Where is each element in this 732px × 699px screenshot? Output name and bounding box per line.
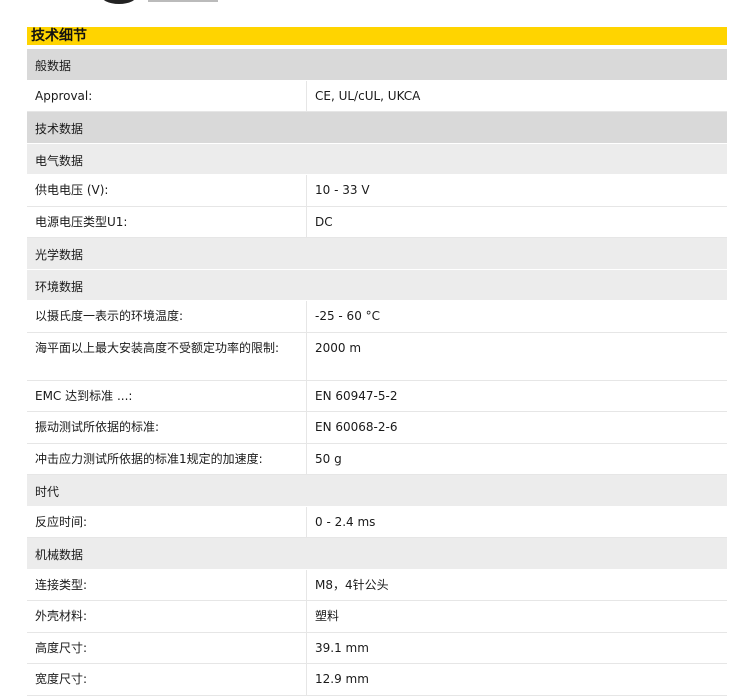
section-label: 时代 xyxy=(35,485,60,499)
spec-value: CE, UL/cUL, UKCA xyxy=(315,88,421,103)
spec-label: 宽度尺寸: xyxy=(27,664,307,695)
section-label: 技术数据 xyxy=(35,122,84,136)
subsection-header: 时代 xyxy=(27,475,727,507)
subsection-header: 环境数据 xyxy=(27,269,727,301)
spec-value: 10 - 33 V xyxy=(315,183,370,197)
section-header: 技术数据 xyxy=(27,112,727,144)
spec-value: M8，4针公头 xyxy=(315,577,389,592)
spec-value: 12.9 mm xyxy=(315,672,369,686)
spec-row: 宽度尺寸: 12.9 mm xyxy=(27,664,727,696)
spec-label: 冲击应力测试所依据的标准1规定的加速度: xyxy=(27,443,307,474)
section-label: 般数据 xyxy=(35,59,72,73)
section-label: 电气数据 xyxy=(35,153,84,168)
spec-label: 振动测试所依据的标准: xyxy=(27,412,307,443)
spec-label: 供电电压 (V): xyxy=(27,175,307,206)
section-label: 环境数据 xyxy=(35,279,84,294)
section-label: 机械数据 xyxy=(35,548,84,562)
spec-value: 塑料 xyxy=(315,609,340,623)
spec-row: 电源电压类型U1: DC xyxy=(27,206,727,238)
section-label: 光学数据 xyxy=(35,248,84,262)
spec-value: -25 - 60 °C xyxy=(315,309,381,323)
spec-row: 连接类型: M8，4针公头 xyxy=(27,569,727,601)
logo-fragment xyxy=(100,0,138,4)
subsection-header: 机械数据 xyxy=(27,538,727,570)
spec-label: 海平面以上最大安装高度不受额定功率的限制: xyxy=(27,332,307,380)
spec-label: 反应时间: xyxy=(27,506,307,537)
spec-row: 冲击应力测试所依据的标准1规定的加速度: 50 g xyxy=(27,443,727,475)
spec-row: 反应时间: 0 - 2.4 ms xyxy=(27,506,727,538)
spec-row: 振动测试所依据的标准: EN 60068-2-6 xyxy=(27,412,727,444)
spec-row: Approval: CE, UL/cUL, UKCA xyxy=(27,80,727,112)
spec-label: 高度尺寸: xyxy=(27,632,307,663)
logo-underline xyxy=(148,0,218,2)
spec-row: 海平面以上最大安装高度不受额定功率的限制: 2000 m xyxy=(27,332,727,381)
spec-value: DC xyxy=(315,214,333,229)
spec-row: 以摄氏度一表示的环境温度: -25 - 60 °C xyxy=(27,301,727,333)
spec-label: 电源电压类型U1: xyxy=(27,206,307,237)
spec-value: 50 g xyxy=(315,451,342,466)
spec-label: 以摄氏度一表示的环境温度: xyxy=(27,301,307,332)
spec-value: EN 60068-2-6 xyxy=(315,420,398,434)
spec-row: EMC 达到标准 ...: EN 60947-5-2 xyxy=(27,380,727,412)
spec-value: EN 60947-5-2 xyxy=(315,388,398,403)
spec-row: 供电电压 (V): 10 - 33 V xyxy=(27,175,727,207)
spec-label: 连接类型: xyxy=(27,569,307,600)
subsection-header: 光学数据 xyxy=(27,238,727,270)
spec-label: 外壳材料: xyxy=(27,601,307,632)
spec-row: 高度尺寸: 39.1 mm xyxy=(27,632,727,664)
subsection-header: 电气数据 xyxy=(27,143,727,175)
spec-row: 外壳材料: 塑料 xyxy=(27,601,727,633)
spec-value: 2000 m xyxy=(315,340,362,355)
spec-label: Approval: xyxy=(27,80,307,111)
spec-value: 39.1 mm xyxy=(315,640,369,655)
spec-label: EMC 达到标准 ...: xyxy=(27,380,307,411)
specs-table: 般数据 Approval: CE, UL/cUL, UKCA 技术数据电气数据供电电压… xyxy=(27,49,727,696)
section-header: 般数据 xyxy=(27,49,727,81)
section-title: 技术细节 xyxy=(27,27,727,45)
spec-value: 0 - 2.4 ms xyxy=(315,514,376,529)
